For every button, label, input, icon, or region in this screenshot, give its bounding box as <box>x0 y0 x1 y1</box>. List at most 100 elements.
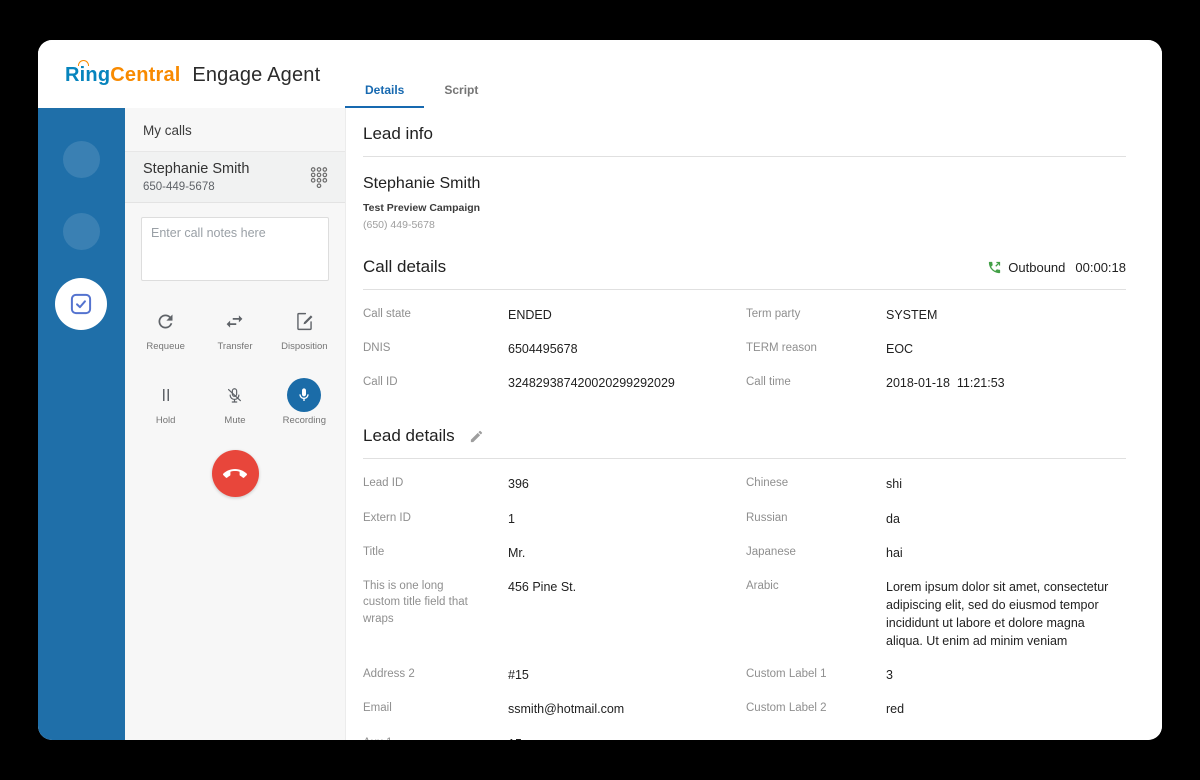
field-value: SYSTEM <box>886 298 1126 332</box>
call-timer: 00:00:18 <box>1075 260 1126 275</box>
check-square-icon <box>67 290 95 318</box>
lead-details-fields: Lead ID 396 Chinese shi Extern ID 1 Russ… <box>363 467 1126 740</box>
field-value: 324829387420020299292029 <box>508 366 746 400</box>
my-calls-header: My calls <box>125 108 345 152</box>
mute-icon <box>225 378 244 412</box>
field-value: 1 <box>508 502 746 536</box>
edit-lead-button[interactable] <box>469 429 484 444</box>
call-details-heading: Call details <box>363 257 446 277</box>
field-label: Lead ID <box>363 467 508 501</box>
requeue-label: Requeue <box>146 341 185 352</box>
field-value: 456 Pine St. <box>508 570 746 659</box>
lead-detail-pane: Lead info Stephanie Smith Test Preview C… <box>346 108 1162 740</box>
outbound-call-icon <box>987 260 1002 275</box>
field-label: Custom Label 2 <box>746 692 886 726</box>
app-header: RingCentral Engage Agent Details Script <box>38 40 1162 108</box>
hold-icon <box>157 378 175 412</box>
hold-label: Hold <box>156 415 176 426</box>
field-label: DNIS <box>363 332 508 366</box>
requeue-button[interactable]: Requeue <box>131 304 200 352</box>
field-value: #15 <box>508 658 746 692</box>
main-tabs: Details Script <box>345 83 498 108</box>
disposition-icon <box>294 304 315 338</box>
field-value: Lorem ipsum dolor sit amet, consectetur … <box>886 570 1126 659</box>
transfer-icon <box>224 304 245 338</box>
disposition-label: Disposition <box>281 341 327 352</box>
field-value: da <box>886 502 1126 536</box>
field-label: Extern ID <box>363 502 508 536</box>
call-direction-label: Outbound <box>1008 260 1065 275</box>
recording-active-circle <box>287 378 321 412</box>
tab-details[interactable]: Details <box>345 83 424 108</box>
ringcentral-logo: RingCentral Engage Agent <box>65 64 320 87</box>
lead-info-heading: Lead info <box>363 124 1126 144</box>
field-value: 3 <box>886 658 1126 692</box>
call-details-fields: Call state ENDED Term party SYSTEM DNIS … <box>363 298 1126 400</box>
logo-ring-text: Ring <box>65 64 110 86</box>
field-value: EOC <box>886 332 1126 366</box>
field-value: hai <box>886 536 1126 570</box>
mute-label: Mute <box>224 415 245 426</box>
rail-nav-circle-2[interactable] <box>63 213 100 250</box>
mute-button[interactable]: Mute <box>200 378 269 426</box>
field-label: Call ID <box>363 366 508 400</box>
divider <box>363 458 1126 459</box>
field-value: ENDED <box>508 298 746 332</box>
lead-phone: (650) 449-5678 <box>363 219 1126 231</box>
hangup-button[interactable] <box>212 450 259 497</box>
field-value: 15 <box>508 727 746 741</box>
field-label: Title <box>363 536 508 570</box>
lead-info-section: Lead info Stephanie Smith Test Preview C… <box>363 124 1126 231</box>
logo-product-text: Engage Agent <box>192 64 320 86</box>
logo-signal-arc-icon <box>78 60 89 66</box>
app-window: RingCentral Engage Agent Details Script <box>38 40 1162 740</box>
field-label <box>746 727 886 741</box>
field-label: This is one long custom title field that… <box>363 570 508 659</box>
hold-button[interactable]: Hold <box>131 378 200 426</box>
field-label: Call time <box>746 366 886 400</box>
field-label: Address 2 <box>363 658 508 692</box>
pencil-icon <box>469 429 484 444</box>
active-call-row[interactable]: Stephanie Smith 650-449-5678 <box>125 152 345 203</box>
requeue-icon <box>155 304 176 338</box>
field-label: Chinese <box>746 467 886 501</box>
divider <box>363 289 1126 290</box>
field-value: ssmith@hotmail.com <box>508 692 746 726</box>
field-value: red <box>886 692 1126 726</box>
call-details-section: Call details Outbound 00:00:18 Call stat… <box>363 257 1126 400</box>
field-label: Russian <box>746 502 886 536</box>
recording-label: Recording <box>283 415 326 426</box>
lead-details-heading: Lead details <box>363 426 455 446</box>
active-call-meta: Stephanie Smith 650-449-5678 <box>143 161 249 193</box>
field-label: Email <box>363 692 508 726</box>
field-label: Aux 1 <box>363 727 508 741</box>
field-value: shi <box>886 467 1126 501</box>
field-label: Arabic <box>746 570 886 659</box>
logo-central-text: Central <box>110 64 180 86</box>
field-label: Custom Label 1 <box>746 658 886 692</box>
active-call-number: 650-449-5678 <box>143 181 249 193</box>
disposition-button[interactable]: Disposition <box>270 304 339 352</box>
transfer-button[interactable]: Transfer <box>200 304 269 352</box>
transfer-label: Transfer <box>217 341 252 352</box>
lead-details-section: Lead details Lead ID 396 Chinese shi <box>363 426 1126 740</box>
field-value: Mr. <box>508 536 746 570</box>
active-call-name: Stephanie Smith <box>143 161 249 177</box>
field-value: 396 <box>508 467 746 501</box>
recording-icon <box>287 378 321 412</box>
field-value <box>886 727 1126 741</box>
lead-name: Stephanie Smith <box>363 175 1126 193</box>
active-calls-nav-button[interactable] <box>55 278 107 330</box>
desktop-background: RingCentral Engage Agent Details Script <box>0 0 1200 780</box>
call-notes-input[interactable] <box>141 217 329 281</box>
field-label: TERM reason <box>746 332 886 366</box>
dialpad-icon[interactable] <box>307 164 331 190</box>
recording-button[interactable]: Recording <box>270 378 339 426</box>
field-label: Call state <box>363 298 508 332</box>
rail-nav-circle-1[interactable] <box>63 141 100 178</box>
tab-script[interactable]: Script <box>424 83 498 108</box>
hangup-phone-icon <box>223 462 247 486</box>
nav-rail <box>38 108 125 740</box>
calls-panel: My calls Stephanie Smith 650-449-5678 <box>125 108 346 740</box>
field-label: Term party <box>746 298 886 332</box>
